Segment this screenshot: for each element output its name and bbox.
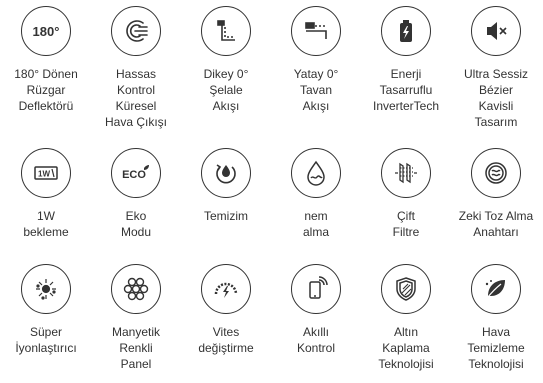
feature-item-smart-control: Akıllı Kontrol [271,264,361,356]
standby-1w-icon: 1W [21,148,71,198]
feature-label: Manyetik Renkli Panel [111,325,161,371]
double-filter-icon [381,148,431,198]
ionizer-icon [21,264,71,314]
svg-text:180°: 180° [33,24,60,39]
feature-label: Hassas Kontrol Küresel Hava Çıkışı [104,67,167,129]
feature-label: 180° Dönen Rüzgar Deflektörü [14,67,78,113]
feature-label: Süper İyonlaştırıcı [15,325,77,355]
battery-icon [381,6,431,56]
feature-item-double-filter: Çift Filtre [361,148,451,240]
dehumidify-icon [291,148,341,198]
feature-label: Zeki Toz Alma Anahtarı [458,209,534,239]
feature-item-eco-mode: ECO Eko Modu [91,148,181,240]
smart-phone-icon [291,264,341,314]
feature-item-speed-shift: Vites değiştirme [181,264,271,356]
air-purify-icon [471,264,521,314]
mute-speaker-icon [471,6,521,56]
feature-item-1w-standby: 1W 1W bekleme [1,148,91,240]
feature-label: Enerji Tasarruflu InverterTech [372,67,440,113]
feature-label: Ultra Sessiz Bézier Kavisli Tasarım [463,67,528,129]
feature-label: Dikey 0° Şelale Akışı [203,67,249,113]
ceiling-airflow-icon [291,6,341,56]
feature-item-vertical-airflow: Dikey 0° Şelale Akışı [181,6,271,114]
feature-item-global-airflow: Hassas Kontrol Küresel Hava Çıkışı [91,6,181,130]
feature-label: Akıllı Kontrol [296,325,336,355]
self-clean-icon [201,148,251,198]
feature-label: Hava Temizleme Teknolojisi [467,325,525,371]
feature-item-ceiling-airflow: Yatay 0° Tavan Akışı [271,6,361,114]
magnetic-panel-icon [111,264,161,314]
feature-item-energy-saving: Enerji Tasarruflu InverterTech [361,6,451,114]
feature-item-dust-switch: Zeki Toz Alma Anahtarı [451,148,541,240]
feature-item-magnetic-panel: Manyetik Renkli Panel [91,264,181,372]
vertical-airflow-icon [201,6,251,56]
feature-label: Altın Kaplama Teknolojisi [378,325,434,371]
feature-item-super-ionizer: Süper İyonlaştırıcı [1,264,91,356]
feature-item-gold-coating: Altın Kaplama Teknolojisi [361,264,451,372]
feature-item-dehumidify: nem alma [271,148,361,240]
feature-label: Çift Filtre [392,209,420,239]
feature-label: nem alma [302,209,329,239]
gold-shield-icon [381,264,431,314]
feature-label: Vites değiştirme [198,325,254,355]
feature-label: Eko Modu [120,209,152,239]
airflow-swirl-icon [111,6,161,56]
eco-icon: ECO [111,148,161,198]
svg-text:1W: 1W [38,170,50,179]
speed-gauge-icon [201,264,251,314]
feature-item-ultra-silent: Ultra Sessiz Bézier Kavisli Tasarım [451,6,541,130]
feature-item-air-purify: Hava Temizleme Teknolojisi [451,264,541,372]
feature-item-self-clean: Temizim [181,148,271,224]
feature-item-180-deflector: 180° 180° Dönen Rüzgar Deflektörü [1,6,91,114]
dust-switch-icon [471,148,521,198]
deflector-180-icon: 180° [21,6,71,56]
svg-text:ECO: ECO [122,169,146,181]
feature-label: Yatay 0° Tavan Akışı [293,67,339,113]
feature-label: Temizim [204,209,248,223]
feature-label: 1W bekleme [23,209,69,239]
